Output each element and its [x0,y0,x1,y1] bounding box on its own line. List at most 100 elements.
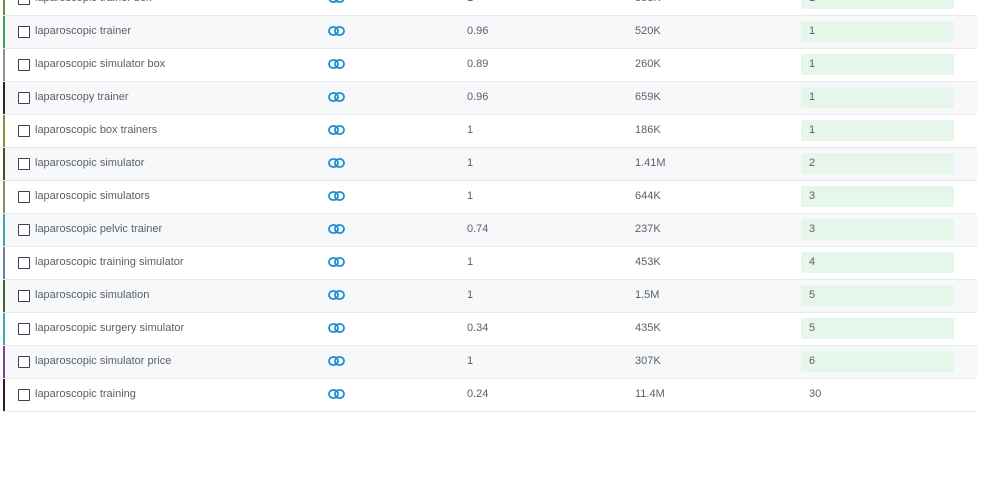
keyword-cell[interactable]: laparoscopic simulation [35,289,149,301]
position-value: 30 [809,388,822,400]
row-accent-bar [3,148,5,180]
row-accent-bar [3,346,5,378]
table-row: laparoscopic pelvic trainer 0.74 237K 3 [3,214,977,247]
checkbox-icon[interactable] [18,290,30,302]
position-value: 3 [809,223,816,235]
volume-cell: 435K [635,322,661,334]
table-row: laparoscopic trainer box 1 383K 1 [3,0,977,16]
position-value: 1 [809,25,816,37]
position-value: 5 [809,289,816,301]
checkbox-icon[interactable] [18,125,30,137]
kd-cell: 1 [467,355,474,367]
link-icon[interactable] [328,355,345,367]
volume-cell: 186K [635,124,661,136]
keyword-cell[interactable]: laparoscopic trainer [35,25,131,37]
link-icon[interactable] [328,25,345,37]
position-badge: 5 [801,285,954,306]
keyword-cell[interactable]: laparoscopic training [35,388,136,400]
checkbox-icon[interactable] [18,0,30,5]
position-badge: 30 [801,384,954,405]
position-value: 3 [809,190,816,202]
link-icon[interactable] [328,91,345,103]
link-icon[interactable] [328,157,345,169]
position-badge: 1 [801,54,954,75]
position-badge: 4 [801,252,954,273]
position-value: 1 [809,91,816,103]
position-badge: 1 [801,87,954,108]
keyword-cell[interactable]: laparoscopic simulator [35,157,144,169]
position-badge: 1 [801,0,954,9]
position-badge: 1 [801,120,954,141]
row-accent-bar [3,16,5,48]
row-accent-bar [3,313,5,345]
volume-cell: 237K [635,223,661,235]
keyword-cell[interactable]: laparoscopic simulator price [35,355,171,367]
position-badge: 1 [801,21,954,42]
checkbox-icon[interactable] [18,59,30,71]
keyword-cell[interactable]: laparoscopic pelvic trainer [35,223,162,235]
link-icon[interactable] [328,0,345,4]
keyword-cell[interactable]: laparoscopic simulator box [35,58,165,70]
position-value: 1 [809,58,816,70]
volume-cell: 453K [635,256,661,268]
checkbox-icon[interactable] [18,257,30,269]
keyword-table: laparoscopic trainer box1383K1laparoscop… [3,0,977,412]
row-accent-bar [3,49,5,81]
volume-cell: 659K [635,91,661,103]
link-icon[interactable] [328,190,345,202]
link-icon[interactable] [328,256,345,268]
keyword-cell[interactable]: laparoscopic surgery simulator [35,322,184,334]
kd-cell: 1 [467,256,474,268]
link-icon[interactable] [328,388,345,400]
row-accent-bar [3,115,5,147]
volume-cell: 307K [635,355,661,367]
checkbox-icon[interactable] [18,26,30,38]
link-icon[interactable] [328,322,345,334]
link-icon[interactable] [328,223,345,235]
keyword-cell[interactable]: laparoscopic trainer box [35,0,152,4]
table-row: laparoscopic simulators 1 644K 3 [3,181,977,214]
checkbox-icon[interactable] [18,92,30,104]
kd-cell: 1 [467,190,474,202]
keyword-cell[interactable]: laparoscopic box trainers [35,124,157,136]
keyword-cell[interactable]: laparoscopic simulators [35,190,150,202]
kd-cell: 1 [467,0,473,4]
volume-cell: 383K [635,0,661,4]
row-accent-bar [3,379,5,411]
volume-cell: 11.4M [635,388,665,400]
position-badge: 2 [801,153,954,174]
keyword-cell[interactable]: laparoscopy trainer [35,91,129,103]
volume-cell: 1.41M [635,157,666,169]
position-badge: 3 [801,219,954,240]
checkbox-icon[interactable] [18,158,30,170]
checkbox-icon[interactable] [18,389,30,401]
volume-cell: 520K [635,25,661,37]
kd-cell: 1 [467,157,474,169]
link-icon[interactable] [328,289,345,301]
table-row: laparoscopic simulator box 0.89 260K 1 [3,49,977,82]
kd-cell: 0.74 [467,223,489,235]
kd-cell: 0.89 [467,58,489,70]
link-icon[interactable] [328,124,345,136]
table-row: laparoscopic simulation 1 1.5M 5 [3,280,977,313]
table-row: laparoscopic training simulator 1 453K 4 [3,247,977,280]
kd-cell: 0.24 [467,388,489,400]
position-value: 4 [809,256,816,268]
position-value: 6 [809,355,816,367]
keyword-cell[interactable]: laparoscopic training simulator [35,256,184,268]
table-row: laparoscopic surgery simulator 0.34 435K 5 [3,313,977,346]
link-icon[interactable] [328,58,345,70]
position-badge: 5 [801,318,954,339]
checkbox-icon[interactable] [18,323,30,335]
kd-cell: 0.96 [467,25,489,37]
kd-cell: 0.34 [467,322,489,334]
table-row: laparoscopy trainer 0.96 659K 1 [3,82,977,115]
table-row: laparoscopic simulator price 1 307K 6 [3,346,977,379]
kd-cell: 0.96 [467,91,489,103]
checkbox-icon[interactable] [18,191,30,203]
position-value: 1 [809,124,816,136]
checkbox-icon[interactable] [18,356,30,368]
kd-cell: 1 [467,124,474,136]
row-accent-bar [3,0,5,15]
checkbox-icon[interactable] [18,224,30,236]
